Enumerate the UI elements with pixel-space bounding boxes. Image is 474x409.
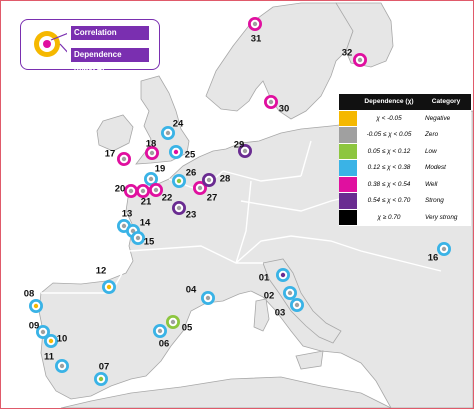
scale-header-row: Dependence (χ) Category (339, 94, 471, 111)
scale-row: χ < -0.05 Negative (339, 110, 471, 127)
scale-range: 0.54 ≤ χ < 0.70 (357, 192, 421, 210)
site-dependence-dot (252, 21, 258, 27)
site-dependence-dot (153, 187, 159, 193)
site-label: 19 (155, 164, 166, 175)
site-label: 25 (185, 150, 196, 161)
site-dependence-dot (170, 319, 176, 325)
scale-category: Modest (421, 159, 471, 177)
site-label: 17 (105, 149, 116, 160)
scale-header-range: Dependence (χ) (357, 94, 421, 111)
legend-dependence-label: Dependence (max24) (71, 48, 149, 73)
site-label: 02 (264, 291, 275, 302)
site-label: 07 (99, 362, 110, 373)
site-dependence-dot (268, 99, 274, 105)
scale-range: 0.38 ≤ χ < 0.54 (357, 176, 421, 193)
site-label: 28 (220, 174, 231, 185)
site-dependence-dot (135, 235, 141, 241)
site-dependence-dot (40, 329, 46, 335)
scale-range: χ ≥ 0.70 (357, 209, 421, 226)
legend-marker-icon (34, 31, 67, 57)
site-label: 23 (186, 210, 197, 221)
scale-row: 0.38 ≤ χ < 0.54 Well (339, 176, 471, 193)
site-dependence-dot (205, 295, 211, 301)
scale-range: 0.12 ≤ χ < 0.38 (357, 159, 421, 177)
site-label: 32 (342, 48, 353, 59)
scale-category: Negative (421, 110, 471, 127)
site-dependence-dot (98, 376, 104, 382)
site-label: 08 (24, 289, 35, 300)
scale-row: 0.12 ≤ χ < 0.38 Modest (339, 159, 471, 177)
site-label: 03 (275, 308, 286, 319)
site-label: 01 (259, 273, 270, 284)
scale-swatch (339, 192, 357, 210)
site-label: 21 (141, 197, 152, 208)
scale-swatch (339, 159, 357, 177)
site-dependence-dot (176, 205, 182, 211)
scale-row: χ ≥ 0.70 Very strong (339, 209, 471, 226)
site-label: 30 (279, 104, 290, 115)
site-label: 31 (251, 34, 262, 45)
site-label: 06 (159, 339, 170, 350)
site-label: 22 (162, 193, 173, 204)
scale-category: Very strong (421, 209, 471, 226)
scale-range: χ < -0.05 (357, 110, 421, 127)
marker-legend: Correlation (max24) Dependence (max24) (20, 19, 160, 73)
scale-swatch (339, 126, 357, 144)
site-dependence-dot (441, 246, 447, 252)
scale-row: 0.05 ≤ χ < 0.12 Low (339, 143, 471, 160)
scale-category: Strong (421, 192, 471, 210)
scale-category: Low (421, 143, 471, 160)
site-label: 24 (173, 119, 184, 130)
site-dependence-dot (148, 176, 154, 182)
site-dependence-dot (357, 57, 363, 63)
site-dependence-dot (140, 188, 146, 194)
site-label: 16 (428, 253, 439, 264)
scale-swatch (339, 176, 357, 193)
scale-range: -0.05 ≤ χ < 0.05 (357, 126, 421, 144)
site-dependence-dot (121, 223, 127, 229)
site-label: 29 (234, 140, 245, 151)
site-dependence-dot (128, 188, 134, 194)
legend-correlation-label: Correlation (max24) (71, 26, 149, 51)
site-label: 13 (122, 209, 133, 220)
map-frame: 01 02 03 04 05 06 07 08 09 10 11 12 13 14 15 16 17 18 19 20… (0, 0, 474, 409)
site-dependence-dot (157, 328, 163, 334)
site-label: 04 (186, 285, 197, 296)
site-label: 05 (182, 323, 193, 334)
scale-swatch (339, 209, 357, 226)
scale-swatch (339, 110, 357, 127)
site-label: 12 (96, 266, 107, 277)
site-label: 11 (44, 352, 55, 363)
scale-category: Well (421, 176, 471, 193)
site-label: 15 (144, 237, 155, 248)
scale-header-category: Category (421, 94, 471, 111)
site-dependence-dot (206, 177, 212, 183)
site-label: 09 (29, 321, 40, 332)
dependence-scale-table: Dependence (χ) Category χ < -0.05 Negativ… (339, 94, 471, 226)
site-dependence-dot (59, 363, 65, 369)
scale-row: 0.54 ≤ χ < 0.70 Strong (339, 192, 471, 210)
scale-swatch (339, 143, 357, 160)
site-dependence-dot (106, 284, 112, 290)
site-dependence-dot (176, 178, 182, 184)
scale-category: Zero (421, 126, 471, 144)
site-dependence-dot (173, 149, 179, 155)
site-dependence-dot (287, 290, 293, 296)
scale-row: -0.05 ≤ χ < 0.05 Zero (339, 126, 471, 144)
site-dependence-dot (294, 302, 300, 308)
site-label: 26 (186, 168, 197, 179)
site-dependence-dot (280, 272, 286, 278)
site-dependence-dot (197, 185, 203, 191)
site-label: 27 (207, 193, 218, 204)
site-label: 18 (146, 139, 157, 150)
site-dependence-dot (149, 150, 155, 156)
site-dependence-dot (33, 303, 39, 309)
site-label: 14 (140, 218, 151, 229)
site-label: 20 (115, 184, 126, 195)
site-dependence-dot (165, 130, 171, 136)
site-dependence-dot (121, 156, 127, 162)
site-dependence-dot (48, 338, 54, 344)
site-label: 10 (57, 334, 68, 345)
scale-range: 0.05 ≤ χ < 0.12 (357, 143, 421, 160)
